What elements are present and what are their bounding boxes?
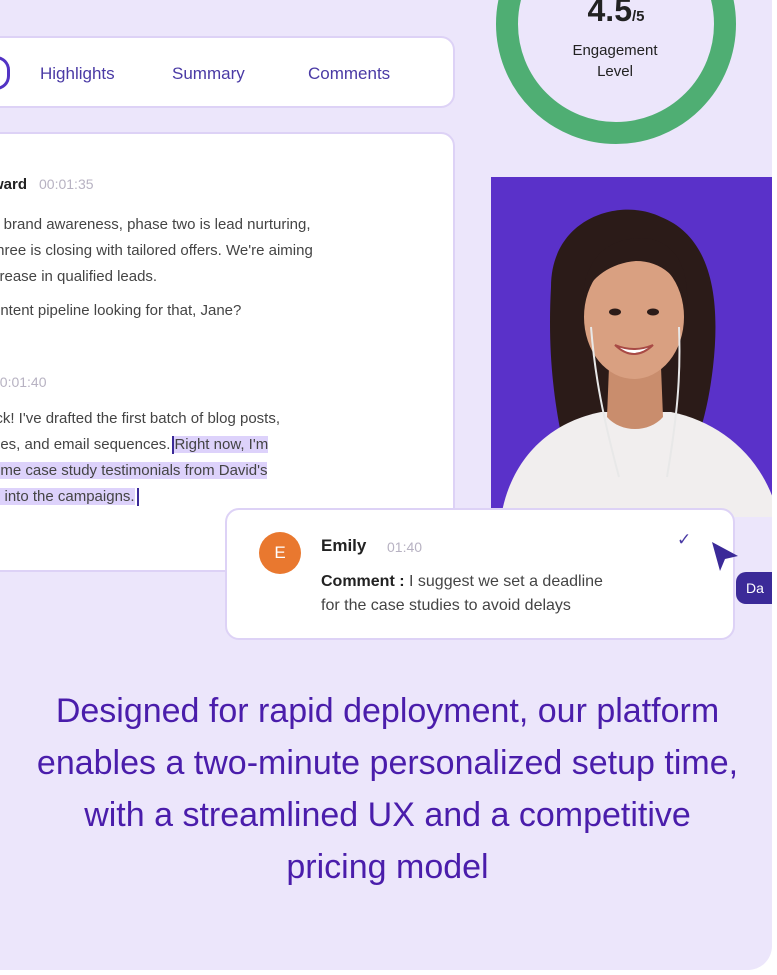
transcript-panel: ward 00:01:35 s brand awareness, phase tw… [0, 132, 455, 572]
engagement-label: Engagement Level [540, 40, 690, 82]
transcript-text: ges, and email sequences. [0, 436, 171, 453]
transcript-header-2: 00:01:40 [0, 374, 47, 391]
comment-text-line1: I suggest we set a deadline [404, 573, 603, 590]
highlighted-text[interactable]: g into the campaigns. [0, 488, 135, 505]
transcript-line: g into the campaigns. [0, 488, 139, 507]
engagement-label-line1: Engagement [572, 42, 658, 59]
comment-timestamp: 01:40 [387, 539, 423, 555]
text-caret [136, 488, 139, 507]
engagement-label-line2: Level [597, 63, 633, 80]
comment-text-line2: for the case studies to avoid delays [321, 597, 571, 614]
tab-highlights[interactable]: Highlights [40, 64, 115, 84]
engagement-score: 4.5/5 [587, 0, 645, 28]
participant-photo [501, 209, 772, 517]
transcript-line: s brand awareness, phase two is lead nur… [0, 216, 311, 233]
tab-summary[interactable]: Summary [172, 64, 245, 84]
check-icon[interactable]: ✓ [677, 530, 691, 550]
highlighted-text[interactable]: Right now, I'm [174, 436, 269, 453]
highlighted-text[interactable]: ome case study testimonials from David's [0, 462, 268, 479]
tab-comments[interactable]: Comments [308, 64, 390, 84]
collaborator-cursor-label: Da [736, 572, 772, 604]
timestamp: 00:01:40 [0, 374, 47, 390]
transcript-header-1: ward 00:01:35 [0, 176, 94, 193]
transcript-line: ges, and email sequences. Right now, I'm [0, 436, 269, 455]
tabs-bar: Highlights Summary Comments [0, 36, 455, 108]
commenter-name: Emily [321, 536, 367, 555]
promo-card: Highlights Summary Comments ward 00:01:35… [0, 0, 772, 970]
cursor-arrow-icon [712, 542, 738, 571]
timestamp: 00:01:35 [39, 176, 94, 192]
transcript-line: ick! I've drafted the first batch of blo… [0, 410, 281, 427]
speaker-name: ward [0, 176, 28, 193]
transcript-line: crease in qualified leads. [0, 268, 158, 285]
transcript-line: ome case study testimonials from David's [0, 462, 268, 479]
comment-card[interactable]: E Emily 01:40 ✓ Comment : I suggest we s… [225, 508, 735, 640]
comment-body: Comment : I suggest we set a deadline fo… [321, 570, 721, 618]
engagement-score-max: /5 [631, 8, 645, 25]
transcript-line: ontent pipeline looking for that, Jane? [0, 302, 242, 319]
tab-indicator[interactable] [0, 56, 10, 90]
video-tile[interactable] [491, 177, 772, 517]
caption-text: Designed for rapid deployment, our platf… [36, 692, 739, 886]
comment-label: Comment : [321, 573, 405, 590]
transcript-line: three is closing with tailored offers. W… [0, 242, 313, 259]
avatar: E [259, 532, 301, 574]
